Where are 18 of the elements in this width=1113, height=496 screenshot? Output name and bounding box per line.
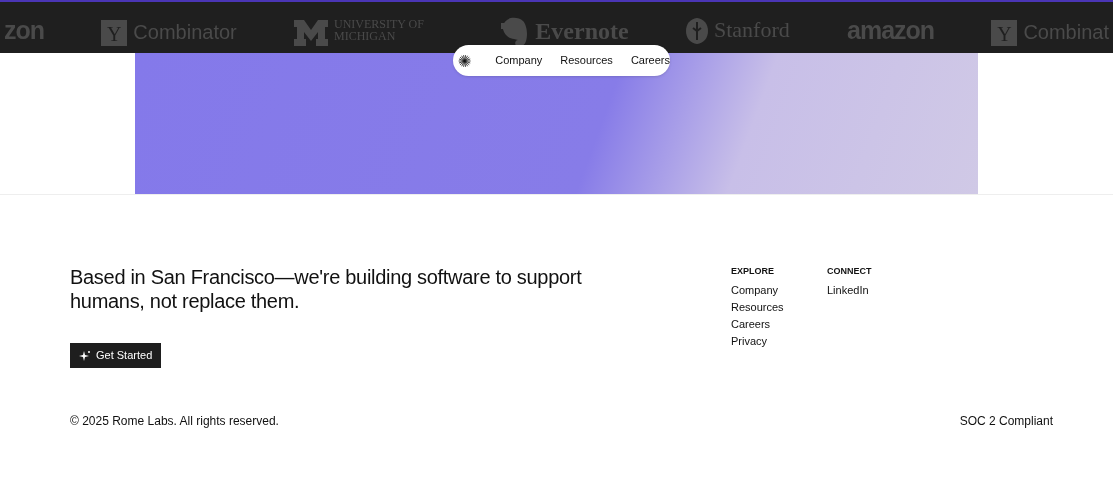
nav-link[interactable]: Company [495, 52, 543, 69]
copyright-text: © 2025 Rome Labs. All rights reserved. [70, 413, 279, 430]
sparkle-icon [79, 349, 91, 362]
block-m-icon [294, 20, 329, 46]
tagline: Based in San Francisco—we're building software to support humans, not replace them. [70, 265, 583, 313]
footer-link[interactable]: Resources [731, 300, 782, 314]
nav-link[interactable]: Resources [560, 52, 613, 69]
footer-link[interactable]: LinkedIn [827, 283, 878, 297]
footer-link[interactable]: Company [731, 283, 782, 297]
footer-link[interactable]: Careers [731, 317, 782, 331]
nav-link[interactable]: Careers [630, 52, 670, 69]
footer-link[interactable]: Privacy [731, 334, 782, 348]
column-heading: CONNECT [827, 265, 873, 278]
elephant-icon [501, 17, 530, 47]
tree-icon [685, 18, 708, 44]
get-started-button[interactable]: Get Started [70, 343, 162, 368]
compliance-text: SOC 2 Compliant [959, 413, 1053, 430]
column-heading: EXPLORE [731, 265, 775, 278]
